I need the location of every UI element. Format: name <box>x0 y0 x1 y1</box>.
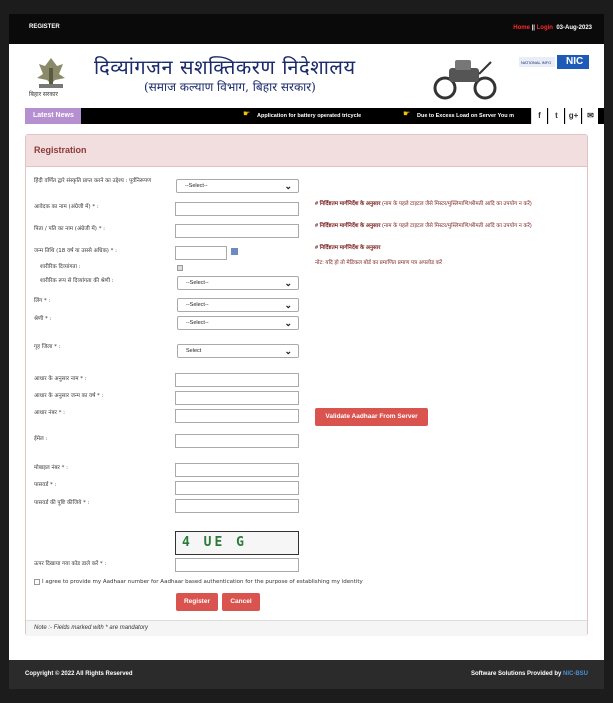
field-label: आधार नंबर * : <box>34 410 65 416</box>
category-select[interactable]: --Select-- ⌄ <box>177 316 299 330</box>
tricycle-icon <box>433 60 497 100</box>
consent-checkbox[interactable] <box>34 579 40 585</box>
register-link[interactable]: REGISTER <box>29 24 60 30</box>
login-link[interactable]: Login <box>537 25 553 31</box>
pointing-hand-icon: ☛ <box>243 109 251 118</box>
calendar-icon[interactable] <box>231 248 238 255</box>
copyright-text: Copyright © 2022 All Rights Reserved <box>25 671 133 677</box>
password-input[interactable] <box>175 481 299 495</box>
aadhaar-name-input[interactable] <box>175 373 299 387</box>
note-heading: # निर्दिष्टतम मार्गनिर्देश के अनुसार <box>315 245 381 251</box>
twitter-icon[interactable]: t <box>548 108 564 124</box>
mobile-number-input[interactable] <box>175 463 299 477</box>
emblem-caption: बिहार सरकार <box>29 92 58 98</box>
field-label: पिता / पति का नाम (अंग्रेजी में) * : <box>34 226 106 232</box>
select-value: --Select-- <box>186 302 209 308</box>
current-date: 03-Aug-2023 <box>556 25 592 31</box>
field-label: आवेदक का नाम (अंग्रेजी में) * : <box>34 204 99 210</box>
field-label: पासवर्ड की पुष्टि कीजिये * : <box>34 500 90 506</box>
register-button[interactable]: Register <box>176 593 218 611</box>
page-title: दिव्यांगजन सशक्तिकरण निदेशालय <box>94 55 356 79</box>
chevron-down-icon: ⌄ <box>284 346 292 356</box>
provider-prefix: Software Solutions Provided by <box>470 671 563 677</box>
chevron-down-icon: ⌄ <box>284 318 292 328</box>
svg-text:NATIONAL INFO: NATIONAL INFO <box>521 60 551 65</box>
field-label: जन्म तिथि (18 वर्ष या उससे अधिक) * : <box>34 248 118 254</box>
medical-note: नोट: यदि हो तो मेडिकल बोर्ड का प्रमाणित … <box>315 260 443 266</box>
field-label: हिंदी वर्णित द्वारे संस्कृति प्राप्त करन… <box>34 178 152 184</box>
field-label: पासवर्ड * : <box>34 482 57 488</box>
links-separator: || <box>531 25 535 31</box>
panel-heading: Registration <box>26 135 587 167</box>
home-district-select[interactable]: Select ⌄ <box>177 344 299 358</box>
email-icon[interactable]: ✉ <box>582 108 598 124</box>
dob-note: # निर्दिष्टतम मार्गनिर्देश के अनुसार <box>315 244 585 252</box>
registration-panel: Registration हिंदी वर्णित द्वारे संस्कृत… <box>25 134 588 636</box>
note-heading: # निर्दिष्टतम मार्गनिर्देश के अनुसार <box>315 201 381 207</box>
email-input[interactable] <box>175 434 299 448</box>
chevron-down-icon: ⌄ <box>284 278 292 288</box>
field-label: ऊपर दिखाया गया कोड डाले करें * : <box>34 561 107 567</box>
home-link[interactable]: Home <box>513 25 530 31</box>
news-item[interactable]: Due to Excess Load on Server You m <box>417 113 514 119</box>
top-bar: REGISTER Home || Login 03-Aug-2023 <box>9 14 604 44</box>
pointing-hand-icon: ☛ <box>403 109 411 118</box>
aadhaar-number-input[interactable] <box>175 409 299 423</box>
select-value: Select <box>186 348 202 354</box>
chevron-down-icon: ⌄ <box>284 181 292 191</box>
name-note: # निर्दिष्टतम मार्गनिर्देश के अनुसार (ना… <box>315 200 585 208</box>
note-heading: # निर्दिष्टतम मार्गनिर्देश के अनुसार <box>315 223 381 229</box>
disability-category-select[interactable]: --Select-- ⌄ <box>177 276 299 290</box>
nic-label: NIC <box>566 56 584 67</box>
select-value: --Select-- <box>186 280 209 286</box>
field-label: शारीरिक दिव्यांगता : <box>40 264 81 270</box>
field-label: श्रेणी * : <box>34 316 52 322</box>
news-item[interactable]: Application for battery operated tricycl… <box>257 113 361 119</box>
captcha-image: 4 UE G <box>175 531 299 555</box>
field-label: आधार के अनुसार जन्म का वर्ष * : <box>34 393 104 399</box>
field-label: गृह जिला * : <box>34 344 61 350</box>
top-links: Home || Login 03-Aug-2023 <box>513 25 592 31</box>
consent-text: I agree to provide my Aadhaar number for… <box>42 579 363 585</box>
latest-news-label: Latest News <box>25 108 81 124</box>
footer: Copyright © 2022 All Rights Reserved Sof… <box>9 660 604 689</box>
field-label: ईमेल : <box>34 436 48 442</box>
gender-select[interactable]: --Select-- ⌄ <box>177 298 299 312</box>
provider-text: Software Solutions Provided by NIC-BSU <box>471 671 588 677</box>
mandatory-note: Note :- Fields marked with * are mandato… <box>26 620 587 636</box>
validate-aadhaar-button[interactable]: Validate Aadhaar From Server <box>315 408 428 426</box>
provider-link[interactable]: NIC-BSU <box>563 671 588 677</box>
disability-checkbox[interactable] <box>177 265 183 271</box>
father-name-note: # निर्दिष्टतम मार्गनिर्देश के अनुसार (ना… <box>315 222 585 230</box>
captcha-input[interactable] <box>175 558 299 572</box>
cancel-button[interactable]: Cancel <box>222 593 260 611</box>
note-text: (नाम के पहले टाइटल जैसे मिस्टर/मुस्लिमाण… <box>380 223 532 229</box>
aadhaar-birth-year-input[interactable] <box>175 391 299 405</box>
field-label: लिंग * : <box>34 298 51 304</box>
field-label: शारीरिक रूप से दिव्यांगता की श्रेणी : <box>40 278 114 284</box>
chevron-down-icon: ⌄ <box>284 300 292 310</box>
header: बिहार सरकार दिव्यांगजन सशक्तिकरण निदेशाल… <box>9 44 604 108</box>
facebook-icon[interactable]: f <box>531 108 547 124</box>
select-value: --Select-- <box>186 320 209 326</box>
google-plus-icon[interactable]: g+ <box>565 108 581 124</box>
purpose-select[interactable]: --Select-- ⌄ <box>176 179 299 193</box>
field-label: मोबाइल नंबर * : <box>34 465 68 471</box>
news-bar: Latest News ☛ Application for battery op… <box>25 108 604 124</box>
confirm-password-input[interactable] <box>175 499 299 513</box>
applicant-name-input[interactable] <box>175 202 299 216</box>
page-frame: REGISTER Home || Login 03-Aug-2023 बिहार… <box>9 14 604 689</box>
dob-input[interactable] <box>175 246 227 260</box>
page-subtitle: (समाज कल्याण विभाग, बिहार सरकार) <box>144 80 316 94</box>
father-name-input[interactable] <box>175 224 299 238</box>
select-value: --Select-- <box>185 183 208 189</box>
field-label: आधार के अनुसार नाम * : <box>34 376 87 382</box>
note-text: (नाम के पहले टाइटल जैसे मिस्टर/मुस्लिमाण… <box>380 201 532 207</box>
